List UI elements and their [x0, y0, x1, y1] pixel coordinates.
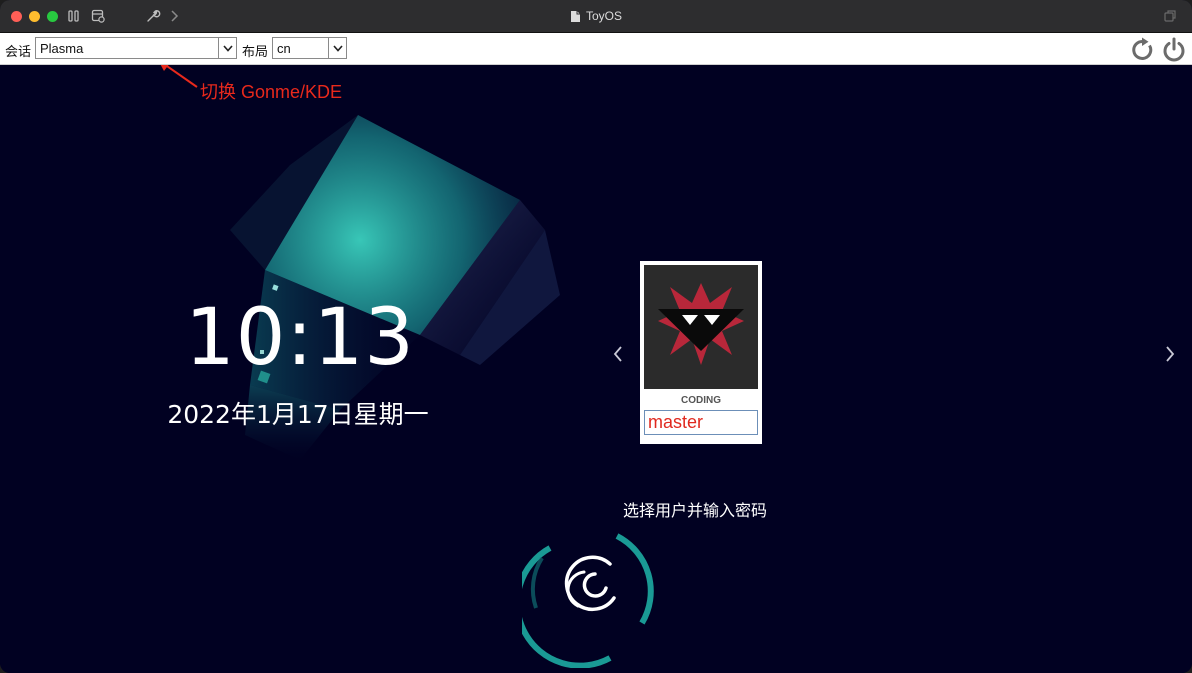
- power-icon[interactable]: [1161, 37, 1187, 63]
- password-field[interactable]: master: [644, 410, 758, 435]
- fullscreen-icon[interactable]: [1163, 9, 1177, 23]
- document-icon: [570, 10, 580, 22]
- user-name: CODING: [681, 395, 721, 406]
- window-title-group: ToyOS: [0, 8, 1192, 24]
- lockscreen-background: 切换 Gonme/KDE 10:13 2022年1月17日星期一 CODING …: [0, 65, 1192, 673]
- restart-icon[interactable]: [1130, 37, 1156, 63]
- clock-date: 2022年1月17日星期一: [167, 400, 429, 429]
- user-avatar: [644, 265, 758, 389]
- annotation-arrow-icon: [160, 65, 198, 88]
- password-field-value: master: [648, 412, 704, 432]
- layout-label: 布局: [242, 44, 269, 59]
- debian-swirl-icon: [522, 533, 654, 668]
- session-select-value: Plasma: [40, 41, 84, 56]
- layout-select-value: cn: [277, 41, 291, 56]
- clock-time: 10:13: [185, 293, 415, 383]
- session-label: 会话: [5, 44, 32, 59]
- user-card[interactable]: CODING master: [640, 261, 762, 444]
- layout-select[interactable]: cn: [272, 37, 347, 59]
- login-prompt: 选择用户并输入密码: [622, 501, 767, 520]
- chevron-right-icon[interactable]: [1163, 344, 1177, 364]
- title-bar: ToyOS: [0, 0, 1192, 33]
- annotation-note: 切换 Gonme/KDE: [200, 82, 343, 102]
- chevron-down-icon[interactable]: [218, 38, 236, 58]
- login-toolbar: 会话 Plasma 布局 cn: [0, 33, 1192, 65]
- chevron-down-icon[interactable]: [328, 38, 346, 58]
- window-title: ToyOS: [585, 9, 622, 23]
- chevron-left-icon[interactable]: [611, 344, 625, 364]
- session-select[interactable]: Plasma: [35, 37, 237, 59]
- app-window: ToyOS 会话 Plasma 布局 cn 切换 Gonme/KDE 10:13…: [0, 0, 1192, 673]
